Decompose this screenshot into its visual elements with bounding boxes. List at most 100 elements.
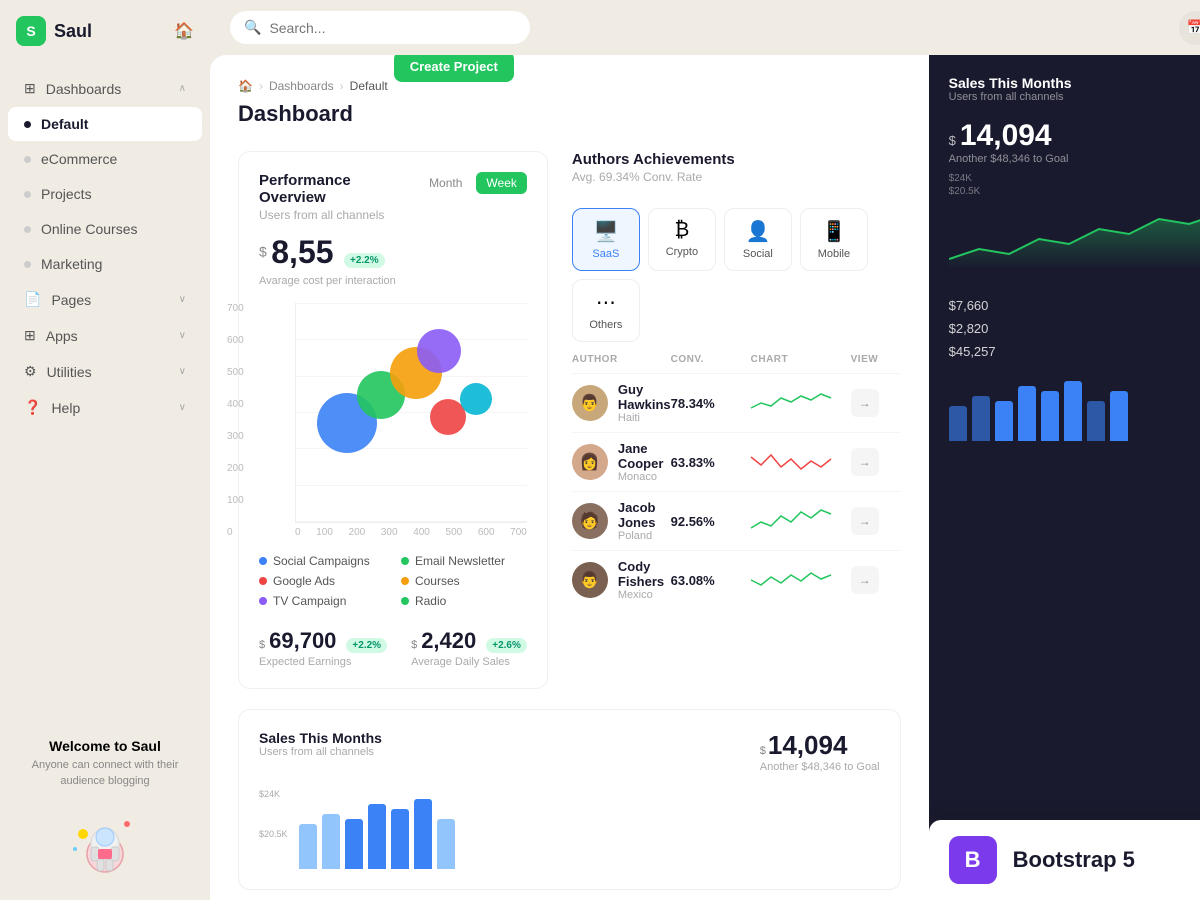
- chevron-icon: ∧: [179, 83, 186, 94]
- view-button[interactable]: →: [851, 448, 879, 476]
- tab-mobile[interactable]: 📱 Mobile: [800, 208, 868, 271]
- social-label: Social: [743, 248, 773, 260]
- logo-icon: S: [16, 16, 46, 46]
- sidebar-toggle-icon[interactable]: 🏠: [174, 21, 194, 41]
- dark-bar-chart: [929, 371, 1200, 441]
- breadcrumb: 🏠 › Dashboards › Default Create Project: [238, 79, 901, 93]
- others-label: Others: [589, 319, 622, 331]
- create-project-button[interactable]: Create Project: [394, 55, 514, 82]
- avatar-jacob: 🧑: [572, 503, 608, 539]
- calendar-icon-btn[interactable]: 📅: [1179, 11, 1200, 45]
- nav-label-utilities: Utilities: [47, 364, 92, 380]
- author-info: 👨 Guy Hawkins Haiti: [572, 382, 671, 424]
- chart-legend: Social Campaigns Email Newsletter Google…: [259, 554, 527, 608]
- avatar-cody: 👨: [572, 562, 608, 598]
- saas-icon: 🖥️: [593, 219, 618, 244]
- search-input[interactable]: [269, 20, 516, 36]
- sales-title-dark: Sales This Months: [949, 75, 1200, 91]
- sales-bar-section: Sales This Months Users from all channel…: [238, 709, 901, 890]
- tab-week[interactable]: Week: [476, 172, 526, 194]
- view-button[interactable]: →: [851, 389, 879, 417]
- mini-chart-2: [751, 447, 831, 477]
- performance-value: 8,55: [271, 234, 333, 270]
- sidebar-item-utilities[interactable]: ⚙ Utilities ∨: [8, 354, 202, 389]
- sales-dark-section: Sales This Months Users from all channel…: [929, 55, 1200, 294]
- sidebar-item-help[interactable]: ❓ Help ∨: [8, 390, 202, 425]
- bubble-tv: [417, 329, 461, 373]
- authors-title: Authors Achievements: [572, 151, 735, 168]
- content-area: 🏠 › Dashboards › Default Create Project …: [210, 55, 1200, 900]
- top-bar: 🔍 📅 🔔 👩 ⚙: [210, 0, 1200, 55]
- tab-month[interactable]: Month: [419, 172, 472, 194]
- avatar-jane: 👩: [572, 444, 608, 480]
- saas-label: SaaS: [592, 248, 619, 260]
- bubble-radio: [460, 383, 492, 415]
- sales-month-title: Sales This Months: [259, 730, 382, 746]
- tab-crypto[interactable]: ₿ Crypto: [648, 208, 716, 271]
- breadcrumb-dashboards[interactable]: Dashboards: [269, 79, 334, 93]
- sidebar-item-apps[interactable]: ⊞ Apps ∨: [8, 318, 202, 353]
- legend-email: Email Newsletter: [401, 554, 527, 568]
- author-tabs: 🖥️ SaaS ₿ Crypto 👤 Social 📱: [572, 208, 901, 342]
- legend-tv: TV Campaign: [259, 594, 385, 608]
- conv-val: 63.08%: [671, 573, 751, 588]
- search-box[interactable]: 🔍: [230, 11, 530, 44]
- right-panel: Sales This Months Users from all channel…: [929, 55, 1200, 900]
- nav-label-projects: Projects: [41, 186, 92, 202]
- sales-month-sub: Users from all channels: [259, 746, 382, 758]
- sidebar: S Saul 🏠 ⊞ Dashboards ∧ Default eCommerc…: [0, 0, 210, 900]
- sales-value: 14,094: [768, 730, 848, 761]
- author-name: Jacob Jones: [618, 500, 671, 530]
- sidebar-item-marketing[interactable]: Marketing: [8, 247, 202, 281]
- author-country: Mexico: [618, 589, 671, 601]
- view-button[interactable]: →: [851, 507, 879, 535]
- sales-area-chart: [949, 209, 1200, 269]
- top-bar-right: 📅 🔔 👩 ⚙: [1179, 10, 1200, 46]
- author-country: Haiti: [618, 412, 671, 424]
- sidebar-item-pages[interactable]: 📄 Pages ∨: [8, 282, 202, 317]
- author-info: 🧑 Jacob Jones Poland: [572, 500, 671, 542]
- footer-title: Welcome to Saul: [16, 738, 194, 754]
- conv-val: 92.56%: [671, 514, 751, 529]
- mobile-label: Mobile: [818, 248, 850, 260]
- sales-big-value: 14,094: [960, 119, 1052, 153]
- authors-subtitle: Avg. 69.34% Conv. Rate: [572, 170, 735, 184]
- app-name: Saul: [54, 21, 92, 42]
- search-icon: 🔍: [244, 19, 261, 36]
- legend-google: Google Ads: [259, 574, 385, 588]
- crypto-icon: ₿: [674, 219, 689, 242]
- tab-social[interactable]: 👤 Social: [724, 208, 792, 271]
- home-icon[interactable]: 🏠: [238, 79, 253, 93]
- daily-sales-badge: +2.6%: [486, 638, 527, 653]
- sidebar-header: S Saul 🏠: [0, 0, 210, 62]
- tab-others[interactable]: ⋯ Others: [572, 279, 640, 342]
- sidebar-item-ecommerce[interactable]: eCommerce: [8, 142, 202, 176]
- sidebar-item-online-courses[interactable]: Online Courses: [8, 212, 202, 246]
- footer-desc: Anyone can connect with their audience b…: [16, 758, 194, 789]
- nav-dot: [24, 156, 31, 163]
- table-row: 🧑 Jacob Jones Poland 92.56% →: [572, 491, 901, 550]
- tab-saas[interactable]: 🖥️ SaaS: [572, 208, 640, 271]
- daily-sales-value: 2,420: [421, 628, 476, 654]
- x-axis: 0100200300400500600700: [295, 523, 527, 538]
- earnings-badge: +2.2%: [346, 638, 387, 653]
- main-wrapper: 🔍 📅 🔔 👩 ⚙ 🏠 › Dashboards › Default Creat…: [210, 0, 1200, 900]
- bubble-chart: [295, 303, 527, 523]
- chevron-icon: ∨: [179, 402, 186, 413]
- period-tabs: Month Week: [419, 172, 527, 194]
- performance-subtitle: Users from all channels: [259, 208, 419, 222]
- chevron-icon: ∨: [179, 294, 186, 305]
- performance-badge: +2.2%: [344, 253, 385, 268]
- sidebar-item-default[interactable]: Default: [8, 107, 202, 141]
- nav-label-pages: Pages: [51, 292, 91, 308]
- table-row: 👨 Guy Hawkins Haiti 78.34% →: [572, 373, 901, 432]
- sidebar-item-projects[interactable]: Projects: [8, 177, 202, 211]
- mini-chart-4: [751, 565, 831, 595]
- view-button[interactable]: →: [851, 566, 879, 594]
- sidebar-item-dashboards[interactable]: ⊞ Dashboards ∧: [8, 71, 202, 106]
- daily-sales-label: Average Daily Sales: [411, 656, 527, 668]
- breadcrumb-default: Default: [350, 79, 388, 93]
- right-panel-content: Sales This Months Users from all channel…: [929, 55, 1200, 900]
- bar-chart: $24K $20.5K: [259, 789, 880, 869]
- others-icon: ⋯: [596, 290, 616, 315]
